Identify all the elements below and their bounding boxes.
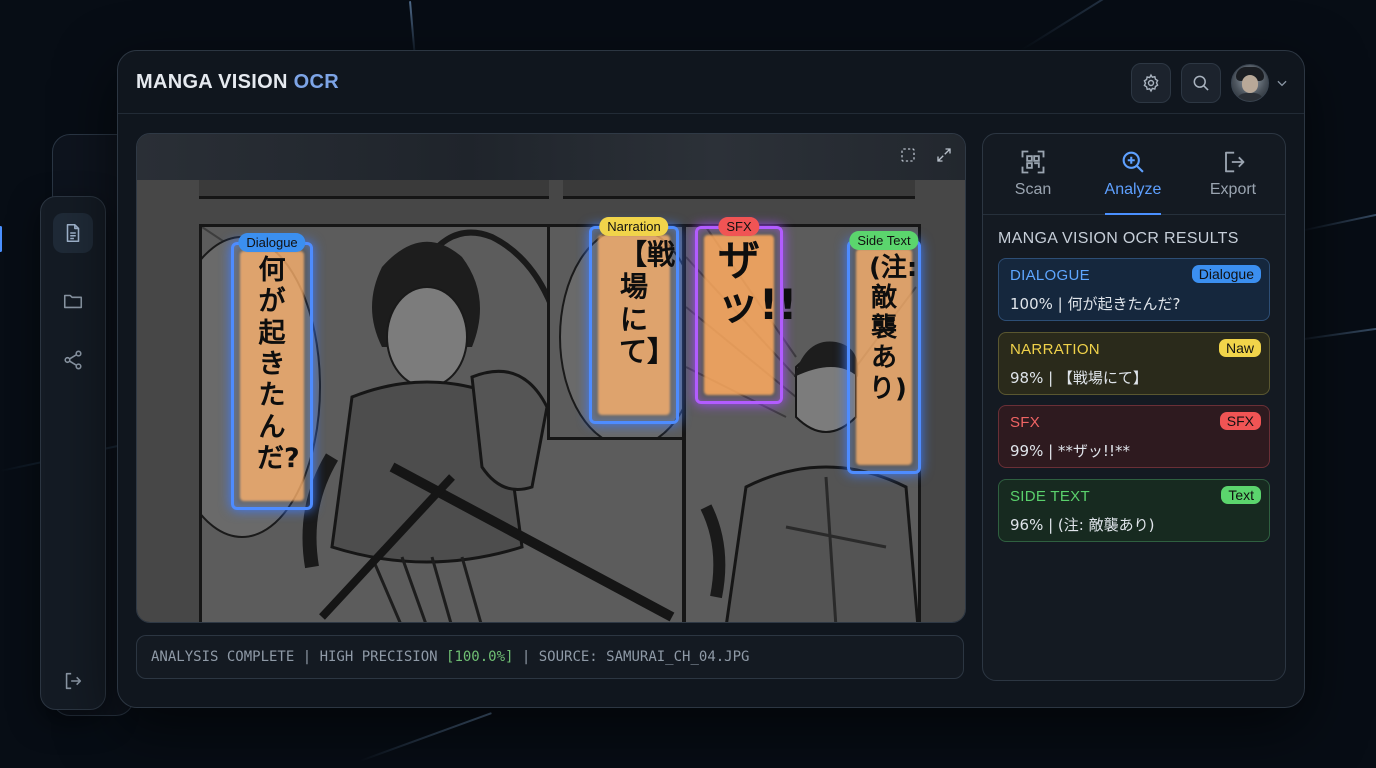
result-card-value: 96% | (注: 敵襲あり) (1010, 516, 1155, 534)
result-card-dialogue[interactable]: DIALOGUE Dialogue 100% | 何が起きたんだ? (998, 258, 1270, 321)
avatar[interactable] (1231, 64, 1269, 102)
tab-scan[interactable]: Scan (983, 134, 1083, 214)
result-card-title: SIDE TEXT (1010, 488, 1090, 505)
result-card-value: 99% | **ザッ!!** (1010, 442, 1130, 460)
title-bar: MANGA VISION OCR (118, 51, 1304, 114)
export-icon (1225, 151, 1245, 173)
main-window: MANGA VISION OCR 何が起きたんだ? Dialogue 【戦場にて… (117, 50, 1305, 708)
rail-active-indicator (0, 226, 2, 252)
result-card-badge: SFX (1219, 412, 1261, 430)
profile-menu-button[interactable] (1275, 75, 1289, 94)
status-precision: [100.0%] (446, 649, 514, 665)
logout-icon (65, 672, 82, 690)
ocr-box-dialogue[interactable]: 何が起きたんだ? Dialogue (231, 233, 313, 510)
search-button[interactable] (1181, 63, 1221, 103)
ocr-box-tag: SFX (718, 217, 760, 236)
result-card-sfx[interactable]: SFX SFX 99% | **ザッ!!** (998, 405, 1270, 468)
document-icon (66, 223, 80, 243)
status-source: | SOURCE: SAMURAI_CH_04.JPG (513, 649, 750, 665)
app-title: MANGA VISION OCR (136, 71, 339, 94)
ocr-box-tag: Narration (599, 217, 669, 236)
ocr-box-text: (注:敵襲あり) (869, 253, 918, 404)
share-icon (64, 350, 82, 370)
status-bar: ANALYSIS COMPLETE | HIGH PRECISION [100.… (136, 635, 964, 679)
ocr-box-narration[interactable]: 【戦場にて】 Narration (589, 217, 679, 424)
manga-panel (563, 180, 915, 199)
ocr-box-text: ザッ!! (717, 236, 798, 330)
status-prefix: ANALYSIS COMPLETE | HIGH PRECISION (151, 649, 447, 665)
manga-panel (199, 180, 549, 199)
ocr-box-tag: Side Text (849, 231, 919, 250)
ocr-box-text: 【戦場にて】 (619, 238, 676, 369)
tab-bar: Scan Analyze Export (983, 134, 1285, 215)
result-card-value: 98% | 【戦場にて】 (1010, 369, 1148, 387)
tab-label: Analyze (1104, 181, 1162, 198)
chevron-down-icon (1277, 80, 1287, 87)
rail-item-documents[interactable] (53, 213, 93, 253)
result-card-narration[interactable]: NARRATION Naw 98% | 【戦場にて】 (998, 332, 1270, 395)
fullscreen-icon (937, 148, 951, 162)
result-card-value: 100% | 何が起きたんだ? (1010, 295, 1181, 313)
app-title-main: MANGA VISION (136, 71, 288, 93)
result-card-title: DIALOGUE (1010, 267, 1090, 284)
light-streak (359, 712, 492, 762)
fullscreen-button[interactable] (935, 146, 953, 168)
zoom-in-icon (1122, 151, 1144, 173)
results-title: MANGA VISION OCR RESULTS (998, 230, 1239, 247)
navigation-rail (40, 196, 106, 710)
light-streak (1299, 205, 1376, 232)
qr-scan-icon (1021, 150, 1045, 174)
viewer-toolbar (137, 134, 965, 180)
ocr-box-tag: Dialogue (238, 233, 306, 252)
logout-button[interactable] (53, 661, 93, 701)
result-card-badge: Text (1221, 486, 1261, 504)
app-title-accent: OCR (293, 71, 339, 93)
ocr-box-text: 何が起きたんだ? (257, 255, 300, 474)
rail-item-share[interactable] (53, 340, 93, 380)
select-region-icon (901, 148, 915, 162)
search-icon (1193, 75, 1209, 91)
tab-analyze[interactable]: Analyze (1083, 134, 1183, 215)
tab-label: Scan (1014, 181, 1052, 198)
result-card-side-text[interactable]: SIDE TEXT Text 96% | (注: 敵襲あり) (998, 479, 1270, 542)
ocr-box-side-text[interactable]: (注:敵襲あり) Side Text (847, 231, 921, 474)
image-viewer: 何が起きたんだ? Dialogue 【戦場にて】 Narration ザッ!! … (136, 133, 966, 623)
tab-export[interactable]: Export (1183, 134, 1283, 214)
select-region-button[interactable] (899, 146, 917, 168)
result-card-title: SFX (1010, 414, 1041, 431)
results-panel: Scan Analyze Export MANGA VISION OCR RES… (982, 133, 1286, 681)
result-card-title: NARRATION (1010, 341, 1100, 358)
result-card-badge: Dialogue (1191, 265, 1261, 283)
folder-icon (63, 294, 83, 309)
gear-icon (1143, 73, 1159, 93)
light-streak (1019, 0, 1326, 52)
rail-item-folders[interactable] (53, 281, 93, 321)
tab-label: Export (1209, 181, 1257, 198)
result-card-badge: Naw (1218, 339, 1261, 357)
settings-button[interactable] (1131, 63, 1171, 103)
ocr-box-sfx[interactable]: ザッ!! SFX (695, 217, 798, 404)
